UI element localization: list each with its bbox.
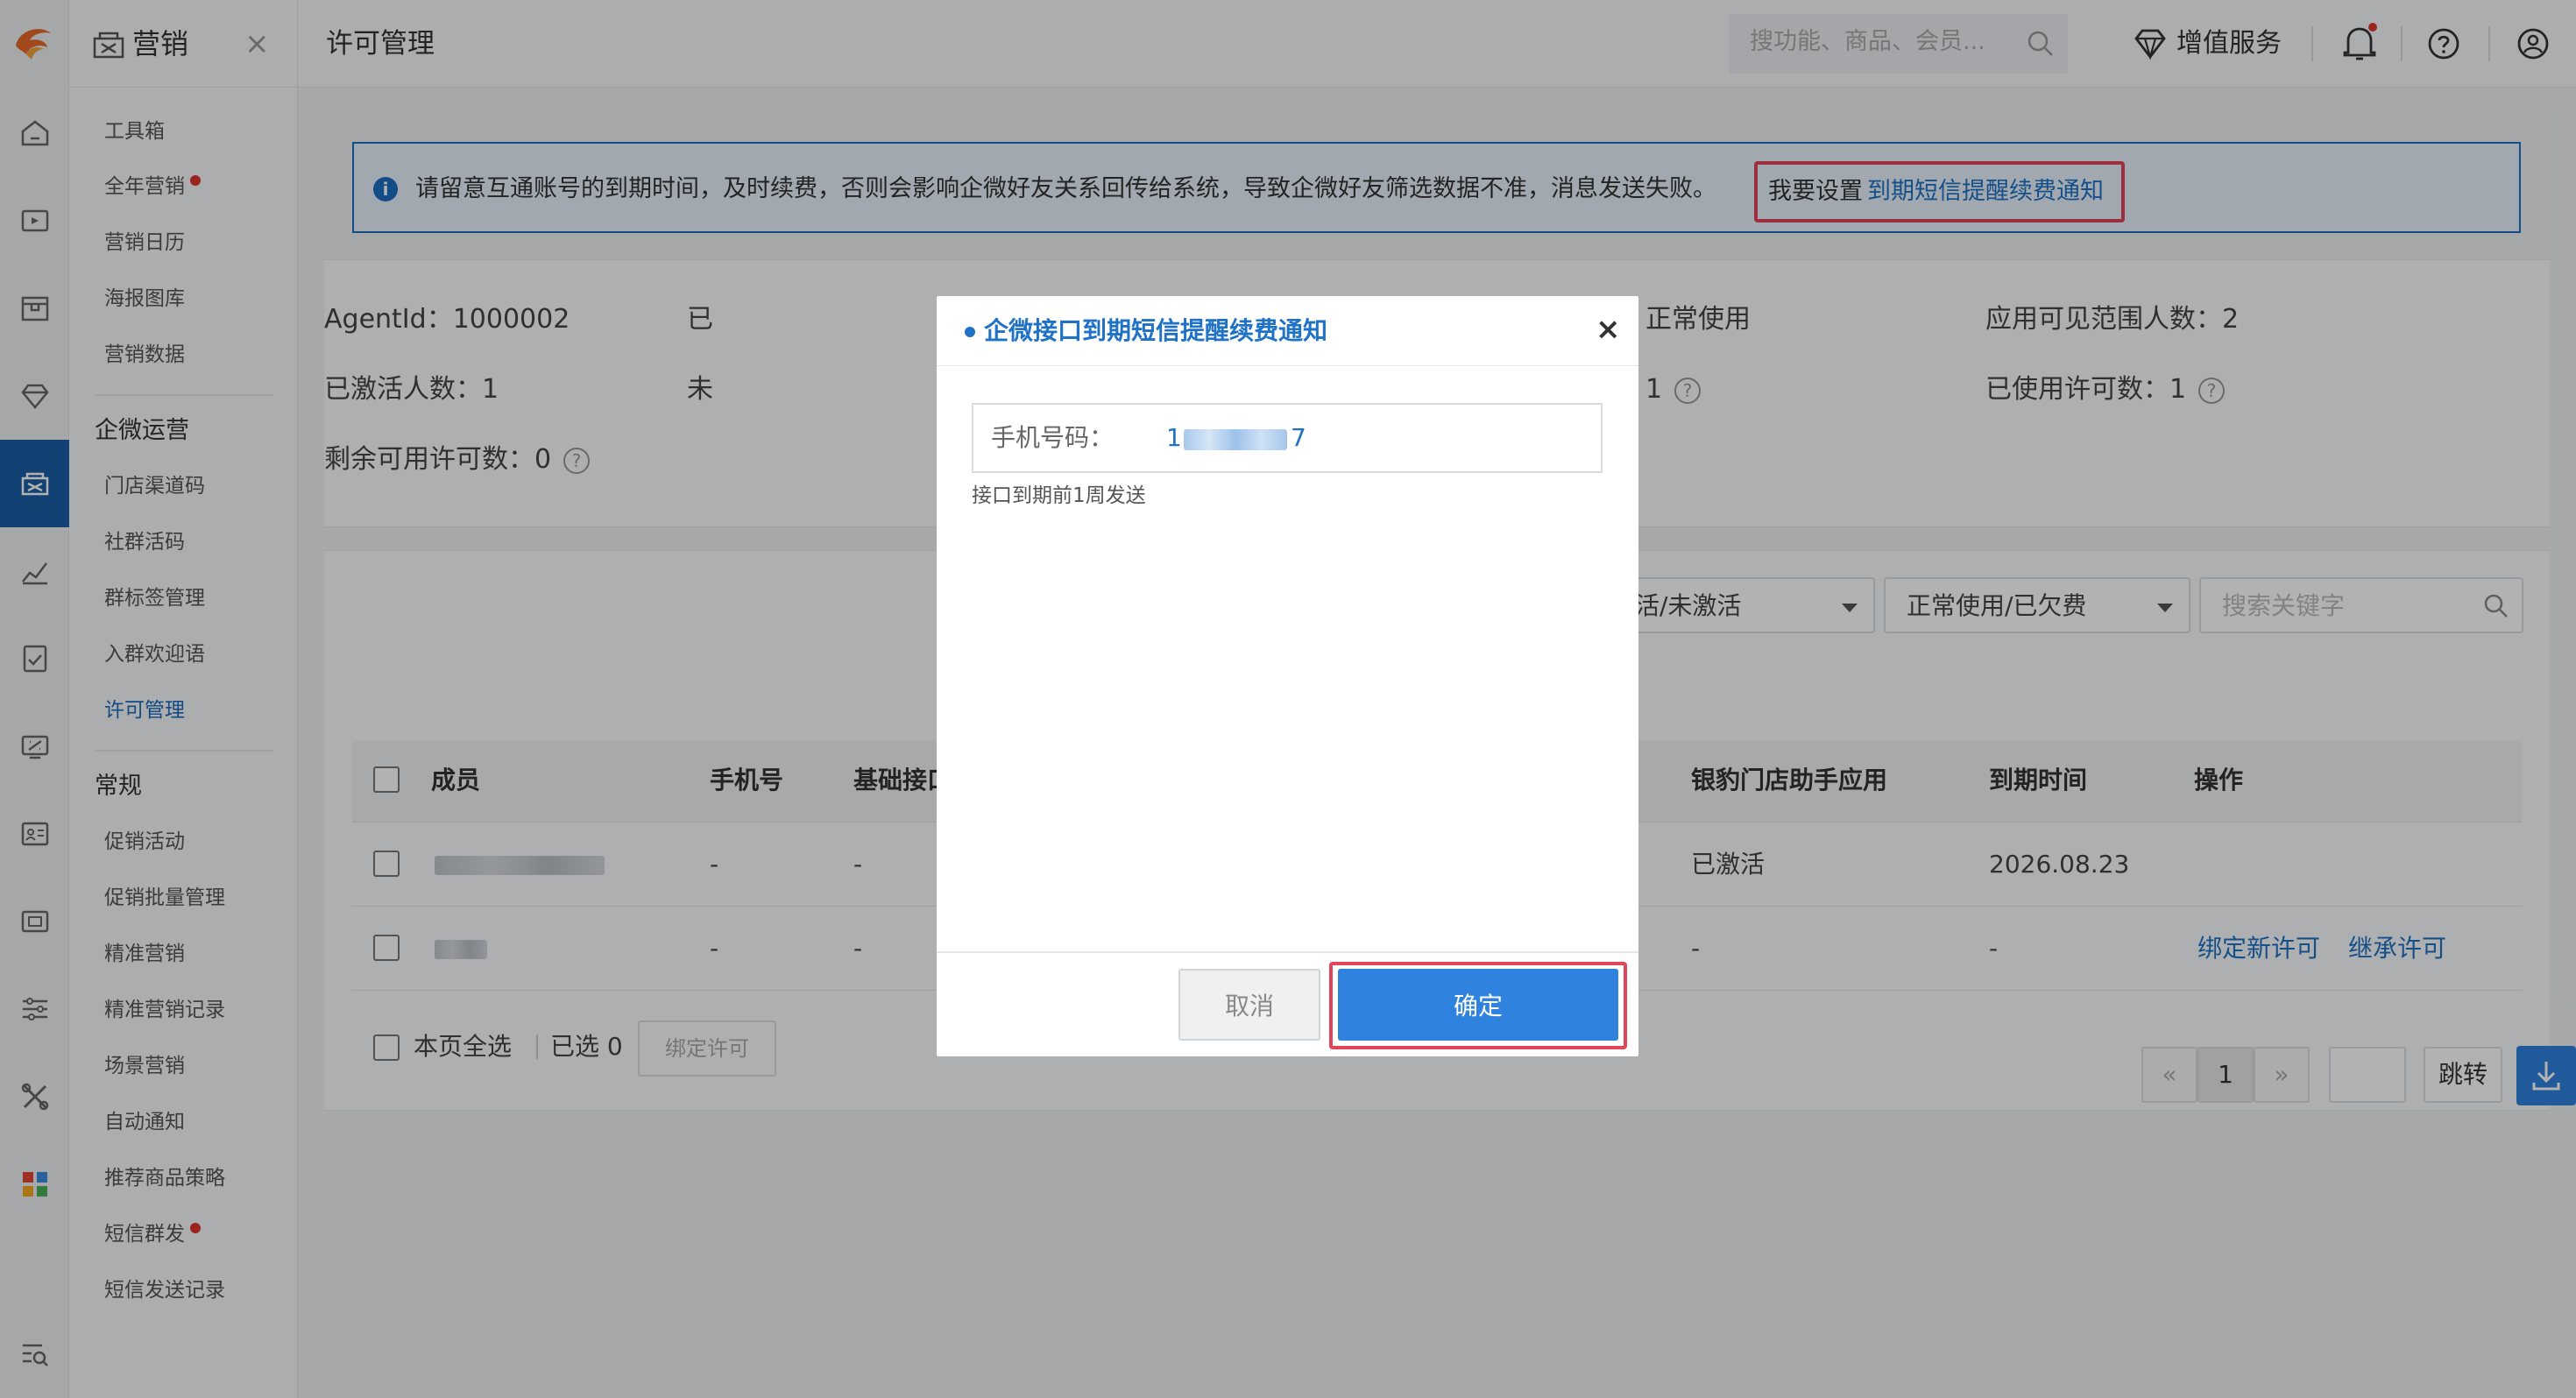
phone-number-value-end: 7 [1291, 423, 1306, 452]
title-bullet [965, 327, 975, 337]
dialog-footer-divider [937, 951, 1638, 953]
dialog-header: 企微接口到期短信提醒续费通知 × [937, 296, 1638, 366]
confirm-button[interactable]: 确定 [1338, 969, 1618, 1041]
send-timing-hint: 接口到期前1周发送 [972, 484, 1146, 507]
dialog-title: 企微接口到期短信提醒续费通知 [984, 316, 1328, 345]
cancel-button[interactable]: 取消 [1178, 969, 1320, 1041]
phone-number-field[interactable]: 手机号码： 1 7 [972, 403, 1603, 473]
close-icon[interactable]: × [1596, 312, 1621, 347]
sms-reminder-dialog: 企微接口到期短信提醒续费通知 × 手机号码： 1 7 接口到期前1周发送 取消 … [937, 296, 1638, 1056]
phone-number-value-start: 1 [1166, 423, 1182, 452]
phone-number-label: 手机号码： [991, 423, 1115, 452]
phone-number-redacted [1184, 429, 1287, 450]
